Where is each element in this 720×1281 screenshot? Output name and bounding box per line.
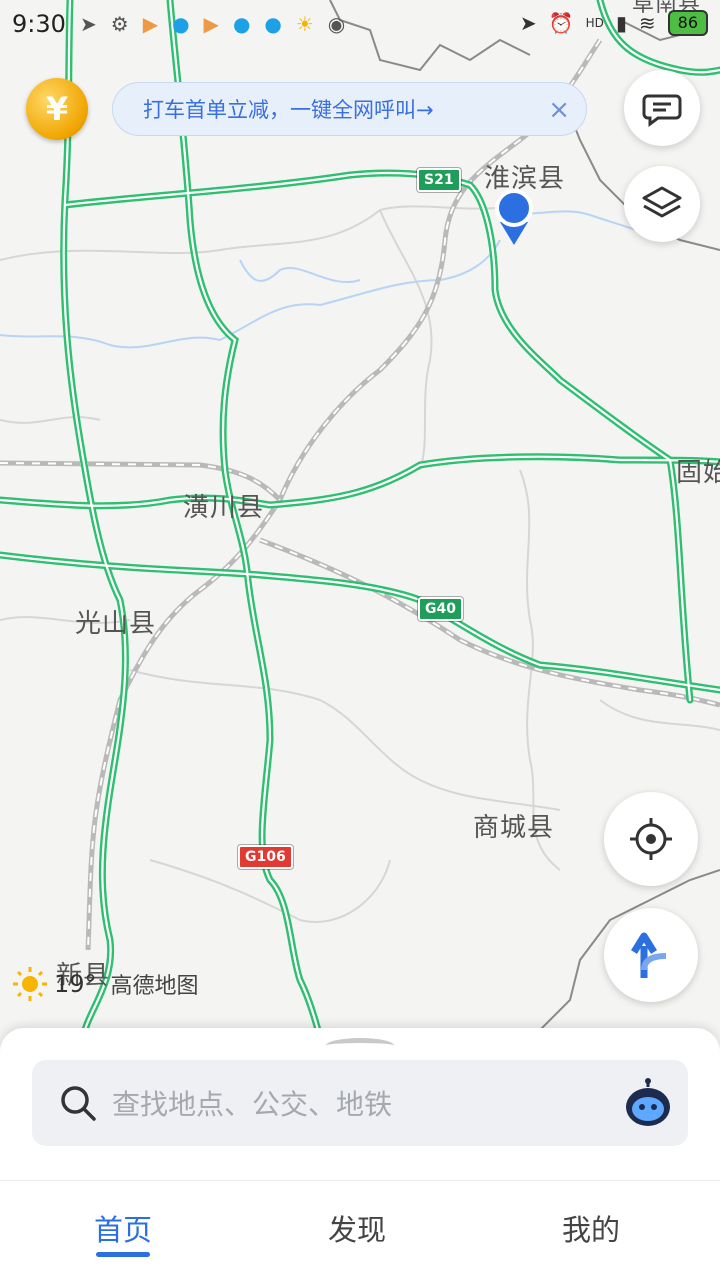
layers-button[interactable] bbox=[624, 166, 700, 242]
road-shield-g106: G106 bbox=[238, 845, 293, 869]
promo-banner-text: 打车首单立减，一键全网呼叫→ bbox=[143, 98, 434, 122]
temperature-text: 19° bbox=[54, 970, 97, 998]
road-shield-g40: G40 bbox=[418, 597, 463, 621]
message-button[interactable] bbox=[624, 70, 700, 146]
locate-me-button[interactable] bbox=[604, 792, 698, 886]
map-label-gushi[interactable]: 固始 bbox=[676, 452, 720, 489]
chat-bubble-icon bbox=[642, 94, 682, 127]
route-button[interactable] bbox=[604, 908, 698, 1002]
road-shield-s21: S21 bbox=[417, 168, 461, 192]
battery-indicator: 86 bbox=[667, 10, 708, 36]
system-icons: ➤ ⏰ HD ▮ ≋ 86 bbox=[520, 10, 708, 36]
media-icon: ◉ bbox=[327, 12, 346, 36]
search-placeholder: 查找地点、公交、地铁 bbox=[112, 1088, 393, 1121]
map-label-huaibin[interactable]: 淮滨县 bbox=[484, 158, 565, 195]
tab-mine[interactable]: 我的 bbox=[562, 1207, 620, 1249]
browser-icon-2: ● bbox=[232, 12, 251, 36]
locate-target-icon bbox=[630, 818, 672, 860]
app-icon: ⚙ bbox=[110, 12, 129, 36]
play-store-icon: ▶ bbox=[142, 12, 159, 36]
tab-home[interactable]: 首页 bbox=[94, 1207, 152, 1249]
sun-icon: ☀ bbox=[295, 12, 314, 36]
navigation-arrow-icon: ➤ bbox=[80, 12, 97, 36]
browser-icon: ● bbox=[172, 12, 190, 36]
weather-widget[interactable]: 19° 高德地图 bbox=[12, 966, 199, 1002]
signal-icon: ▮ bbox=[615, 11, 627, 35]
wifi-icon: ≋ bbox=[638, 11, 656, 35]
sheet-drag-handle[interactable] bbox=[326, 1038, 394, 1053]
network-label: HD bbox=[585, 16, 604, 30]
coin-reward-button[interactable]: ¥ bbox=[26, 78, 88, 140]
bottom-tab-bar: 首页 发现 我的 bbox=[0, 1180, 720, 1281]
route-arrow-icon bbox=[631, 932, 667, 978]
voice-assistant-icon[interactable] bbox=[622, 1077, 674, 1129]
map-label-shangcheng[interactable]: 商城县 bbox=[473, 807, 554, 844]
tab-discover[interactable]: 发现 bbox=[328, 1207, 386, 1249]
notification-icons: ➤ ⚙ ▶ ● ▶ ● ● ☀ ◉ bbox=[80, 12, 345, 36]
map-label-guangshan[interactable]: 光山县 bbox=[75, 603, 156, 640]
brand-logo-text: 高德地图 bbox=[110, 974, 199, 999]
active-tab-indicator bbox=[96, 1252, 150, 1257]
banner-close-icon[interactable]: × bbox=[548, 95, 570, 125]
map-label-huangchuan[interactable]: 潢川县 bbox=[183, 487, 264, 524]
status-bar: 9:30 ➤ ⚙ ▶ ● ▶ ● ● ☀ ◉ ➤ ⏰ HD ▮ ≋ 86 bbox=[0, 0, 720, 52]
status-time: 9:30 bbox=[12, 10, 66, 38]
location-arrow-icon: ➤ bbox=[519, 11, 537, 35]
layers-icon bbox=[642, 186, 682, 218]
search-icon bbox=[61, 1086, 96, 1121]
search-bar[interactable]: 查找地点、公交、地铁 bbox=[32, 1060, 688, 1146]
alarm-icon: ⏰ bbox=[548, 11, 574, 35]
play-store-icon-2: ▶ bbox=[203, 12, 219, 36]
taxi-promo-banner[interactable]: 打车首单立减，一键全网呼叫→ × bbox=[112, 82, 587, 136]
sun-icon bbox=[13, 967, 47, 1001]
browser-icon-3: ● bbox=[264, 12, 282, 36]
